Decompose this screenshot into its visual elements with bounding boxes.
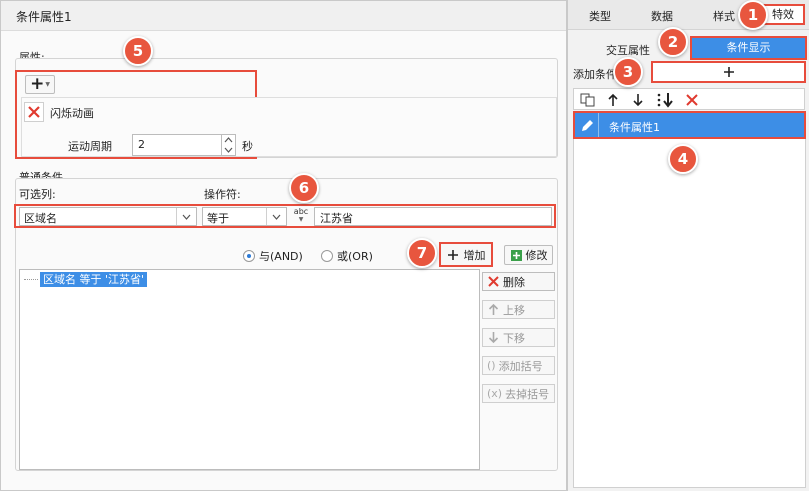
operator-select[interactable]: 等于 — [202, 207, 287, 226]
plus-icon — [723, 67, 734, 77]
remove-bracket-button-label: 去掉括号 — [505, 387, 550, 401]
arrow-up-icon[interactable] — [607, 93, 619, 107]
close-icon — [488, 276, 499, 287]
edit-condition-icon — [510, 249, 522, 261]
delete-button-label: 删除 — [503, 275, 525, 289]
condition-value-input[interactable]: 江苏省 — [314, 207, 552, 226]
annotation-badge-2: 2 — [658, 27, 688, 57]
copy-icon[interactable] — [580, 93, 596, 107]
column-label: 可选列: — [19, 188, 56, 201]
period-label: 运动周期 — [68, 140, 112, 153]
arrow-down-icon[interactable] — [632, 93, 644, 107]
plus-icon: + — [30, 74, 45, 94]
tab-data[interactable]: 数据 — [644, 8, 680, 24]
column-select[interactable]: 区域名 — [19, 207, 197, 226]
remove-bracket-icon: (x) — [487, 387, 503, 400]
radio-selected-icon — [243, 250, 255, 262]
bracket-icon: () — [487, 359, 496, 372]
annotation-badge-3: 3 — [613, 57, 643, 87]
subtab-condition-display[interactable]: 条件显示 — [690, 36, 807, 60]
modify-condition-label: 修改 — [525, 249, 548, 262]
move-up-button-label: 上移 — [503, 303, 525, 317]
arrow-up-icon — [488, 303, 499, 315]
remove-property-button[interactable] — [24, 102, 44, 122]
tab-type[interactable]: 类型 — [582, 8, 618, 24]
add-bracket-button[interactable]: () 添加括号 — [482, 356, 555, 375]
annotation-badge-4: 4 — [668, 144, 698, 174]
close-icon[interactable] — [685, 93, 699, 107]
chevron-down-icon — [266, 208, 286, 225]
arrow-down-icon — [488, 332, 499, 344]
add-condition-plus-button[interactable] — [651, 61, 806, 83]
period-unit: 秒 — [242, 140, 253, 153]
condition-item-list-area — [573, 139, 806, 488]
condition-list-item[interactable]: 区域名 等于 '江苏省' — [40, 272, 148, 287]
chevron-down-icon — [176, 208, 196, 225]
move-up-button[interactable]: 上移 — [482, 300, 555, 319]
stepper-down-icon[interactable] — [224, 147, 233, 153]
annotation-badge-7: 7 — [407, 238, 437, 268]
close-icon — [28, 106, 40, 118]
period-stepper[interactable] — [222, 134, 236, 156]
or-radio[interactable]: 或(OR) — [321, 248, 373, 264]
tab-style[interactable]: 样式 — [706, 8, 742, 24]
add-property-button[interactable]: + ▼ — [25, 75, 55, 94]
plus-icon — [447, 249, 458, 260]
condition-dialog: 条件属性1 属性: + ▼ 闪烁动画 运动周期 2 秒 普通条件 可选列: 操作… — [0, 0, 567, 491]
tree-connector — [24, 279, 38, 280]
add-condition-label: 添加条件 — [573, 68, 617, 81]
radio-unselected-icon — [321, 250, 333, 262]
value-type-button[interactable]: abc ▼ — [290, 206, 312, 226]
condition-list[interactable]: 区域名 等于 '江苏省' — [19, 269, 480, 470]
and-radio-label: 与(AND) — [259, 250, 303, 263]
chevron-down-icon: ▼ — [298, 216, 304, 223]
move-to-bottom-icon[interactable] — [656, 92, 676, 108]
property-item-label: 闪烁动画 — [50, 107, 94, 120]
add-bracket-button-label: 添加括号 — [498, 359, 543, 373]
pencil-icon — [582, 120, 593, 131]
condition-item-selected[interactable]: 条件属性1 — [573, 111, 806, 139]
annotation-badge-1: 1 — [738, 0, 768, 30]
annotation-badge-5: 5 — [123, 36, 153, 66]
operator-label: 操作符: — [204, 188, 241, 201]
move-down-button[interactable]: 下移 — [482, 328, 555, 347]
item-divider — [598, 113, 599, 137]
annotation-badge-6: 6 — [289, 173, 319, 203]
delete-button[interactable]: 删除 — [482, 272, 555, 291]
operator-select-value: 等于 — [207, 212, 229, 225]
column-select-value: 区域名 — [24, 212, 57, 225]
remove-bracket-button[interactable]: (x) 去掉括号 — [482, 384, 555, 403]
move-down-button-label: 下移 — [503, 331, 525, 345]
add-condition-button[interactable]: 增加 — [439, 242, 493, 267]
and-radio[interactable]: 与(AND) — [243, 248, 303, 264]
dialog-title: 条件属性1 — [1, 1, 566, 31]
or-radio-label: 或(OR) — [337, 250, 373, 263]
add-condition-label: 增加 — [463, 248, 486, 262]
subtab-interaction[interactable]: 交互属性 — [598, 42, 658, 58]
modify-condition-button[interactable]: 修改 — [504, 245, 553, 265]
stepper-up-icon[interactable] — [224, 137, 233, 143]
condition-toolbar — [573, 88, 805, 110]
chevron-down-icon: ▼ — [45, 81, 50, 88]
period-input[interactable]: 2 — [132, 134, 222, 156]
condition-item-label: 条件属性1 — [609, 121, 660, 134]
right-panel: 类型 数据 样式 特效 交互属性 条件显示 添加条件 条件属性1 — [567, 0, 809, 491]
text-type-icon: abc — [293, 207, 309, 216]
